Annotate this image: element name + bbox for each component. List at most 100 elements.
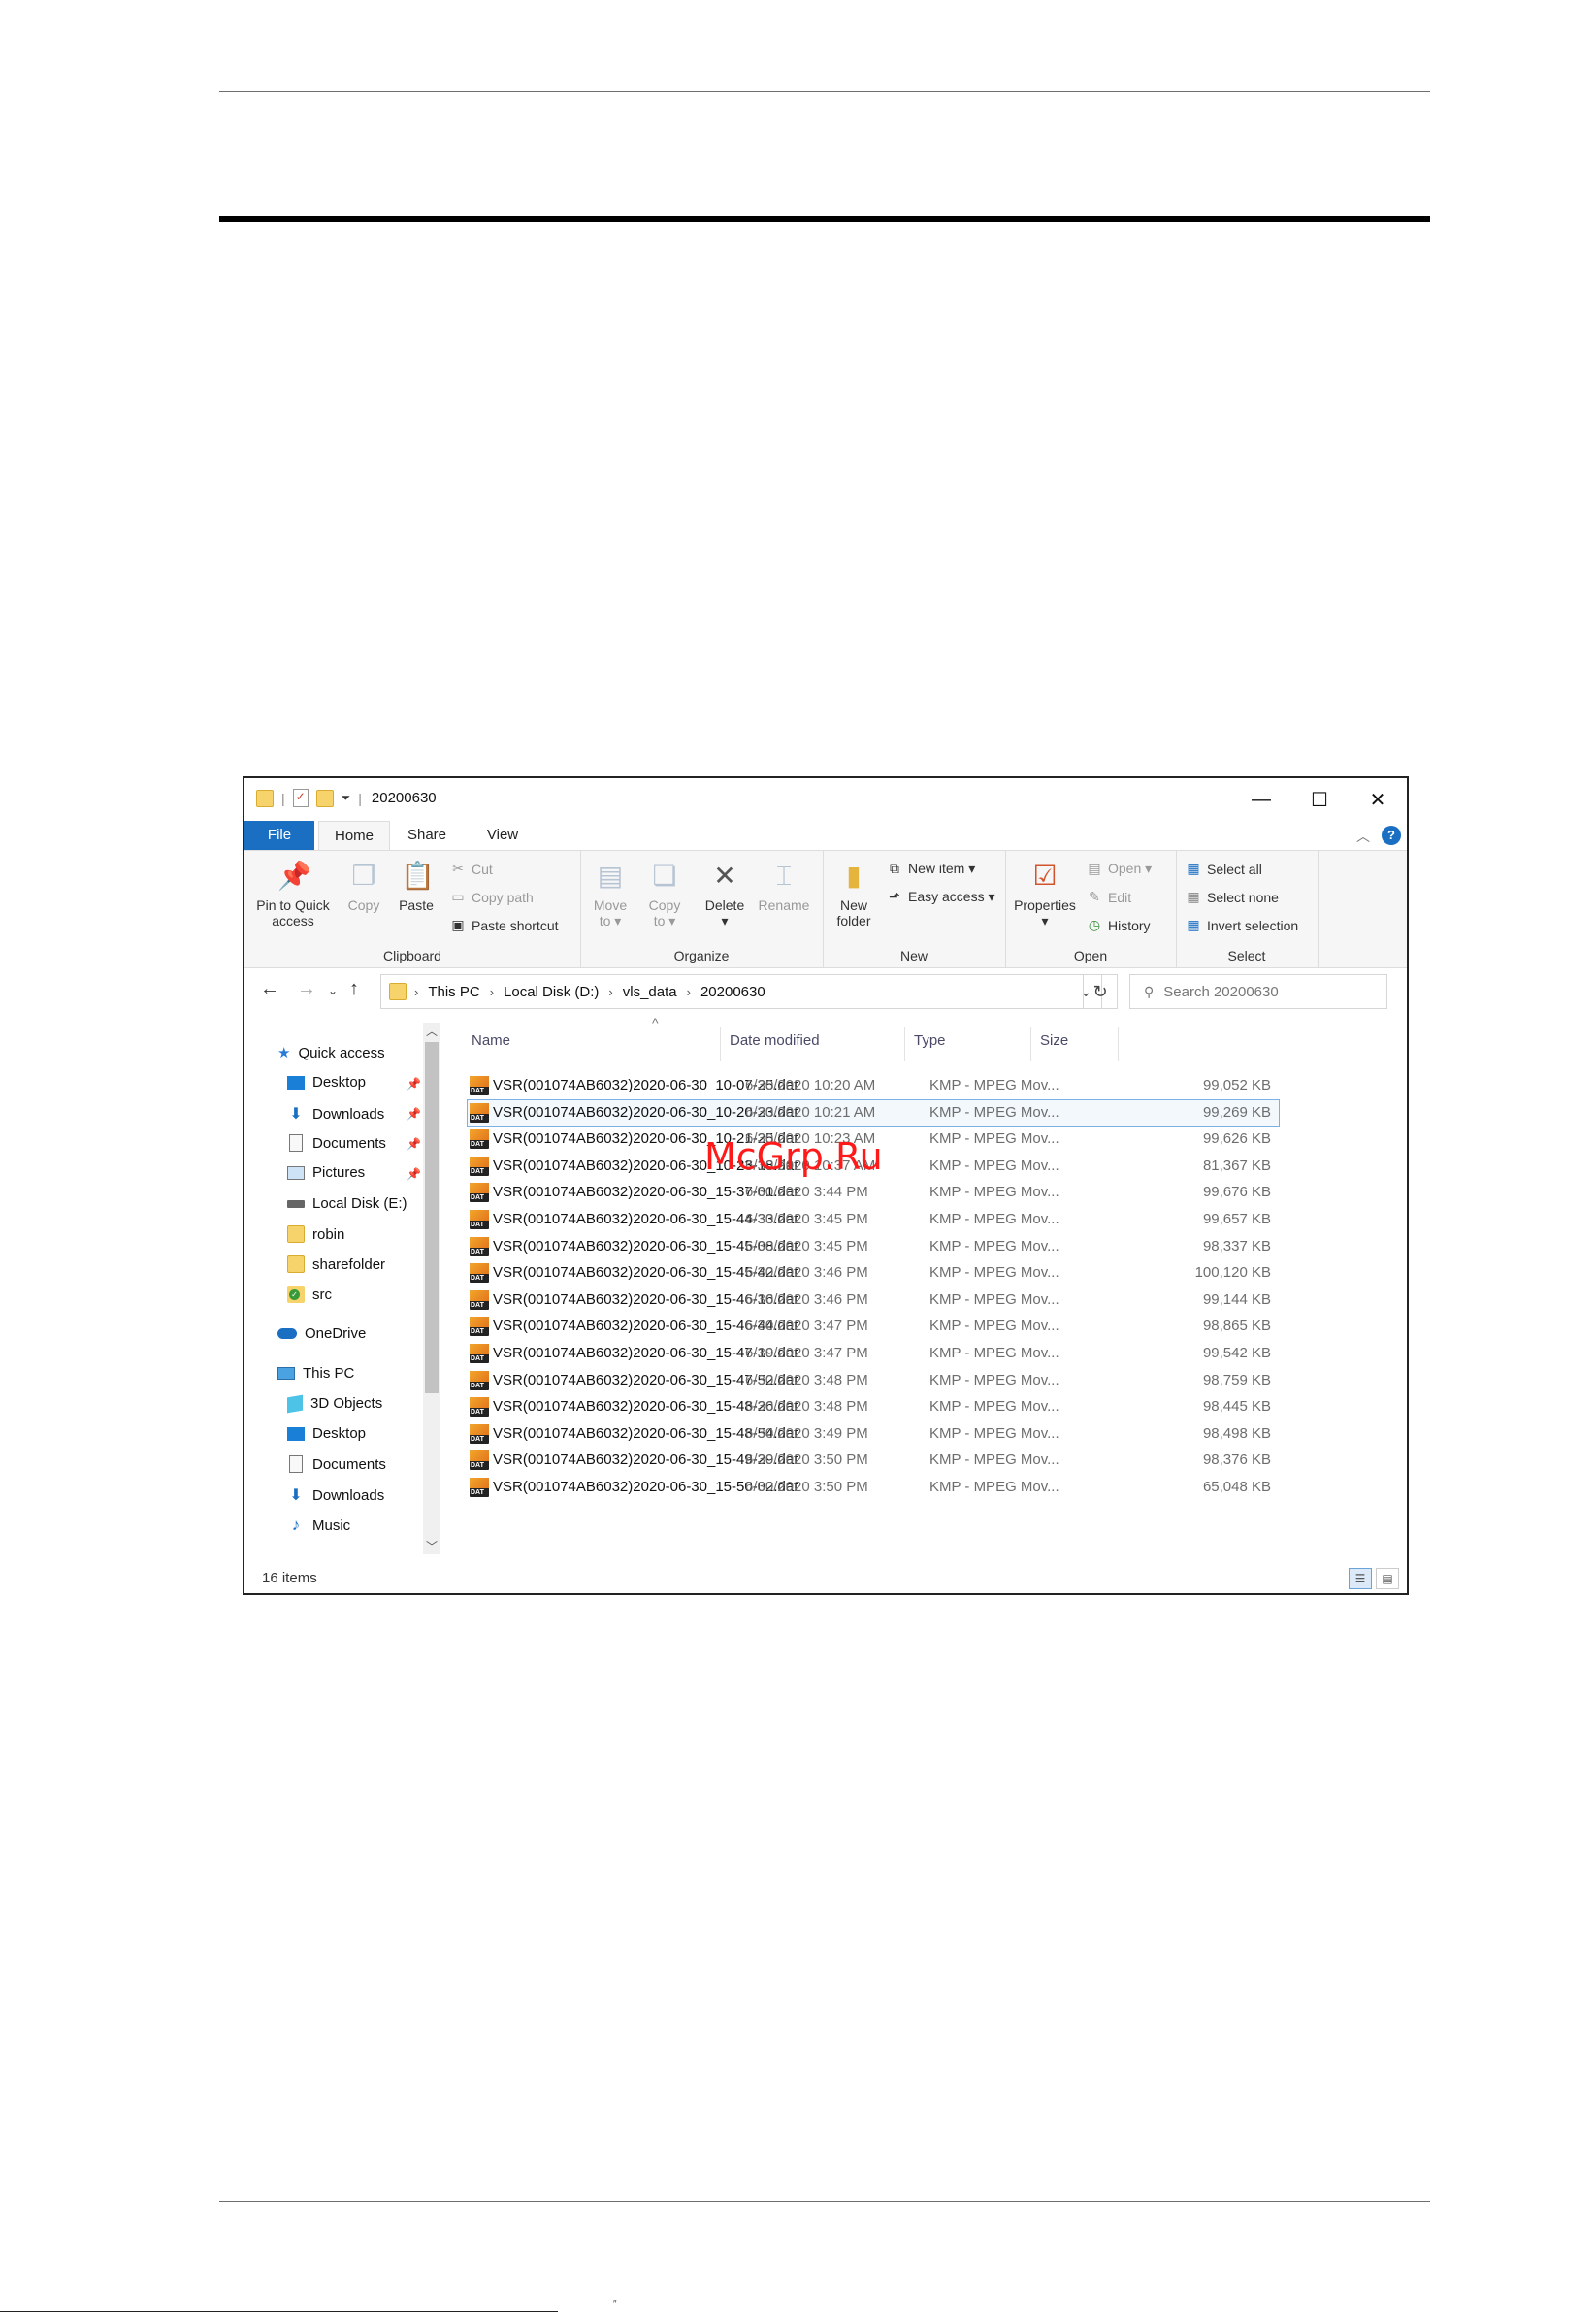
refresh-button[interactable]: ↻ xyxy=(1083,974,1118,1009)
paste-button[interactable]: 📋 Paste xyxy=(392,859,440,913)
breadcrumb-local-disk-d[interactable]: Local Disk (D:) xyxy=(504,984,599,1000)
nav-pc-documents-label: Documents xyxy=(312,1455,386,1473)
tab-view[interactable]: View xyxy=(468,821,537,850)
nav-onedrive[interactable]: OneDrive xyxy=(277,1325,366,1342)
search-input[interactable]: ⚲ Search 20200630 xyxy=(1129,974,1387,1009)
nav-scrollbar-thumb[interactable] xyxy=(425,1042,439,1393)
nav-pc-documents[interactable]: Documents xyxy=(287,1455,386,1473)
column-header-date-modified[interactable]: Date modified xyxy=(730,1032,820,1049)
column-divider[interactable] xyxy=(904,1027,905,1061)
open-button[interactable]: ▤ Open ▾ xyxy=(1087,861,1152,877)
file-row[interactable]: VSR(001074AB6032)2020-06-30_10-20-23.dat… xyxy=(467,1098,1280,1127)
file-row[interactable]: VSR(001074AB6032)2020-06-30_15-44-33.dat… xyxy=(468,1207,1279,1233)
pinned-icon: 📌 xyxy=(407,1167,421,1181)
file-size: 99,657 KB xyxy=(1202,1211,1271,1227)
file-row[interactable]: VSR(001074AB6032)2020-06-30_10-07-25.dat… xyxy=(468,1073,1279,1099)
nav-documents[interactable]: Documents xyxy=(287,1134,386,1152)
collapse-ribbon-icon[interactable]: ︿ xyxy=(1356,827,1370,846)
easy-access-button[interactable]: ⬏ Easy access ▾ xyxy=(887,889,994,905)
close-button[interactable]: ✕ xyxy=(1349,778,1407,821)
breadcrumb-vls-data[interactable]: vls_data xyxy=(623,984,677,1000)
file-row[interactable]: VSR(001074AB6032)2020-06-30_15-50-02.dat… xyxy=(468,1475,1279,1501)
nav-src[interactable]: ✓ src xyxy=(287,1286,332,1303)
minimize-button[interactable]: — xyxy=(1232,778,1290,821)
properties-icon[interactable] xyxy=(292,789,309,807)
tab-home[interactable]: Home xyxy=(318,821,390,851)
nav-local-disk-e-label: Local Disk (E:) xyxy=(312,1195,407,1212)
file-row[interactable]: VSR(001074AB6032)2020-06-30_15-47-52.dat… xyxy=(468,1368,1279,1394)
copy-path-button[interactable]: ▭ Copy path xyxy=(450,889,533,905)
recent-locations-chevron-icon[interactable]: ⌄ xyxy=(328,984,338,997)
dat-file-icon xyxy=(470,1370,489,1390)
nav-music[interactable]: ♪ Music xyxy=(287,1516,350,1535)
history-button[interactable]: ◷ History xyxy=(1087,917,1151,933)
easy-access-icon: ⬏ xyxy=(889,889,900,904)
new-folder-button[interactable]: ▮ New folder xyxy=(829,859,879,929)
large-icons-view-icon[interactable]: ▤ xyxy=(1376,1568,1399,1589)
nav-downloads[interactable]: ⬇ Downloads xyxy=(287,1104,384,1124)
invert-selection-button[interactable]: ▦ Invert selection xyxy=(1186,917,1298,933)
nav-this-pc[interactable]: This PC xyxy=(277,1365,354,1382)
copy-button[interactable]: ❐ Copy xyxy=(340,859,388,913)
nav-pictures-label: Pictures xyxy=(312,1164,366,1181)
delete-button[interactable]: ✕ Delete ▾ xyxy=(700,859,749,929)
nav-local-disk-e[interactable]: Local Disk (E:) xyxy=(287,1195,407,1212)
tab-share[interactable]: Share xyxy=(392,821,462,850)
nav-pc-downloads[interactable]: ⬇ Downloads xyxy=(287,1485,384,1505)
properties-button[interactable]: ☑ Properties ▾ xyxy=(1009,859,1081,929)
file-row[interactable]: VSR(001074AB6032)2020-06-30_15-46-44.dat… xyxy=(468,1314,1279,1340)
column-divider[interactable] xyxy=(1030,1027,1031,1061)
new-item-button[interactable]: ⧉ New item ▾ xyxy=(887,861,975,877)
paste-shortcut-button[interactable]: ▣ Paste shortcut xyxy=(450,917,558,933)
select-all-button[interactable]: ▦ Select all xyxy=(1186,861,1261,877)
column-header-type[interactable]: Type xyxy=(914,1032,946,1049)
column-header-name[interactable]: Name xyxy=(472,1032,510,1049)
file-row[interactable]: VSR(001074AB6032)2020-06-30_15-47-19.dat… xyxy=(468,1341,1279,1367)
forward-arrow-icon[interactable]: → xyxy=(297,978,316,1000)
breadcrumb-20200630[interactable]: 20200630 xyxy=(700,984,765,1000)
file-row[interactable]: VSR(001074AB6032)2020-06-30_15-37-01.dat… xyxy=(468,1180,1279,1206)
window-controls: — ☐ ✕ xyxy=(1232,778,1407,821)
folder-icon xyxy=(256,789,274,807)
scroll-down-icon[interactable]: ﹀ xyxy=(423,1538,440,1554)
file-row[interactable]: VSR(001074AB6032)2020-06-30_15-48-54.dat… xyxy=(468,1421,1279,1448)
open-label: Open ▾ xyxy=(1108,861,1153,876)
breadcrumb-this-pc[interactable]: This PC xyxy=(428,984,479,1000)
details-view-icon[interactable]: ☰ xyxy=(1349,1568,1372,1589)
nav-scrollbar[interactable]: ︿ ﹀ xyxy=(423,1023,440,1554)
column-divider[interactable] xyxy=(720,1027,721,1061)
tab-file[interactable]: File xyxy=(244,821,314,850)
breadcrumb-separator-icon: › xyxy=(686,984,691,999)
select-none-button[interactable]: ▦ Select none xyxy=(1186,889,1279,905)
address-bar[interactable]: › This PC › Local Disk (D:) › vls_data ›… xyxy=(380,974,1102,1009)
maximize-button[interactable]: ☐ xyxy=(1290,778,1349,821)
file-row[interactable]: VSR(001074AB6032)2020-06-30_15-48-26.dat… xyxy=(468,1394,1279,1420)
up-arrow-icon[interactable]: ↑ xyxy=(349,978,359,1000)
nav-pc-desktop[interactable]: Desktop xyxy=(287,1425,366,1442)
scroll-up-icon[interactable]: ︿ xyxy=(423,1023,440,1039)
nav-sharefolder[interactable]: sharefolder xyxy=(287,1255,385,1273)
column-divider[interactable] xyxy=(1118,1027,1119,1061)
nav-quick-access[interactable]: ★ Quick access xyxy=(277,1044,385,1062)
pin-to-quick-access-button[interactable]: 📌 Pin to Quick access xyxy=(252,859,334,929)
customize-toolbar-icon[interactable]: ⏷ xyxy=(342,791,351,805)
file-row[interactable]: VSR(001074AB6032)2020-06-30_15-45-08.dat… xyxy=(468,1234,1279,1260)
column-header-size[interactable]: Size xyxy=(1040,1032,1068,1049)
cut-button[interactable]: ✂ Cut xyxy=(450,861,493,877)
desktop-icon xyxy=(287,1426,305,1441)
edit-button[interactable]: ✎ Edit xyxy=(1087,889,1131,905)
file-row[interactable]: VSR(001074AB6032)2020-06-30_15-49-29.dat… xyxy=(468,1448,1279,1474)
breadcrumb-separator-icon: › xyxy=(608,984,613,999)
file-row[interactable]: VSR(001074AB6032)2020-06-30_15-45-42.dat… xyxy=(468,1260,1279,1287)
new-folder-icon[interactable] xyxy=(315,789,334,807)
rename-button[interactable]: ⌶ Rename xyxy=(755,859,813,913)
back-arrow-icon[interactable]: ← xyxy=(260,978,279,1000)
move-to-button[interactable]: ▤ Move to ▾ xyxy=(586,859,635,929)
nav-robin[interactable]: robin xyxy=(287,1225,344,1243)
nav-3d-objects[interactable]: 3D Objects xyxy=(287,1394,382,1413)
file-row[interactable]: VSR(001074AB6032)2020-06-30_15-46-16.dat… xyxy=(468,1287,1279,1314)
nav-desktop[interactable]: Desktop xyxy=(287,1074,366,1091)
nav-pictures[interactable]: Pictures xyxy=(287,1164,365,1181)
copy-to-button[interactable]: ❏ Copy to ▾ xyxy=(640,859,689,929)
help-icon[interactable]: ? xyxy=(1382,826,1401,845)
